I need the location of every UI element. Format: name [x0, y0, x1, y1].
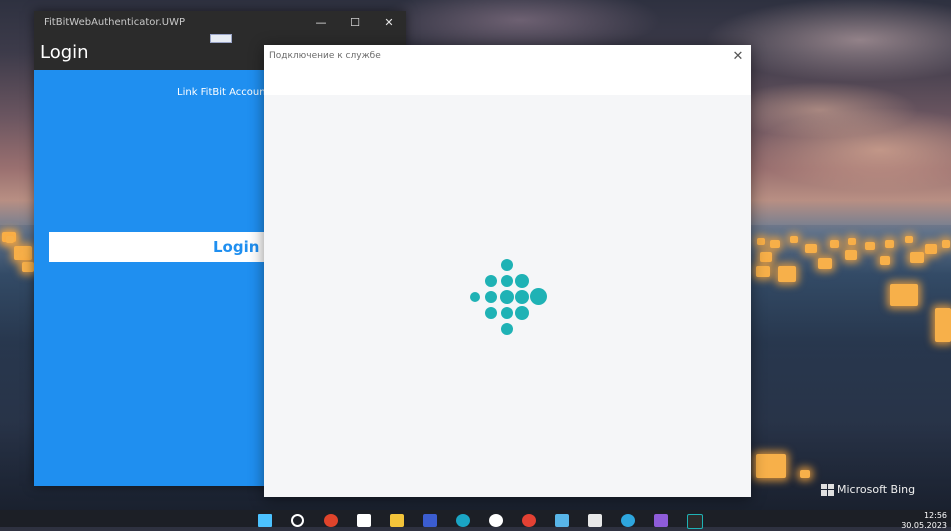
anydesk-icon[interactable] — [324, 514, 338, 527]
dialog-title: Подключение к службе — [269, 50, 381, 61]
chrome-icon[interactable] — [522, 514, 536, 527]
minimize-button[interactable]: — — [304, 11, 338, 34]
notepad-icon[interactable] — [555, 514, 569, 527]
connect-service-dialog: Подключение к службе ✕ — [264, 45, 751, 497]
login-button-label: Login — [213, 238, 260, 256]
maximize-button[interactable]: ☐ — [338, 11, 372, 34]
bing-watermark: Microsoft Bing — [821, 483, 915, 496]
close-button[interactable]: ✕ — [372, 11, 406, 34]
dialog-close-icon[interactable]: ✕ — [729, 47, 747, 65]
header-grip-icon — [210, 34, 232, 43]
microsoft-logo-icon — [821, 483, 834, 496]
store-icon[interactable] — [357, 514, 371, 527]
clock-date: 30.05.2023 — [901, 521, 947, 530]
search-icon[interactable] — [291, 514, 304, 527]
taskbar-clock[interactable]: 12:56 30.05.2023 — [901, 511, 947, 531]
uwp-window-title: FitBitWebAuthenticator.UWP — [44, 17, 185, 28]
visual-studio-icon[interactable] — [654, 514, 668, 527]
dialog-web-header — [264, 66, 751, 95]
windows-start-icon[interactable] — [258, 514, 272, 527]
uwp-title-bar[interactable]: FitBitWebAuthenticator.UWP — ☐ ✕ — [34, 11, 406, 34]
edge-icon[interactable] — [456, 514, 470, 527]
page-title: Login — [40, 41, 89, 63]
clock-time: 12:56 — [923, 511, 947, 520]
bing-watermark-text: Microsoft Bing — [837, 483, 916, 496]
paint-icon[interactable] — [588, 514, 602, 527]
link-account-label: Link FitBit Account — [177, 87, 270, 98]
file-explorer-icon[interactable] — [390, 514, 404, 527]
telegram-icon[interactable] — [621, 514, 635, 527]
dialog-title-bar: Подключение к службе ✕ — [264, 45, 751, 66]
yandex-icon[interactable] — [489, 514, 503, 527]
floppy-save-icon[interactable] — [423, 514, 437, 527]
taskbar: 12:56 30.05.2023 — [0, 510, 951, 530]
